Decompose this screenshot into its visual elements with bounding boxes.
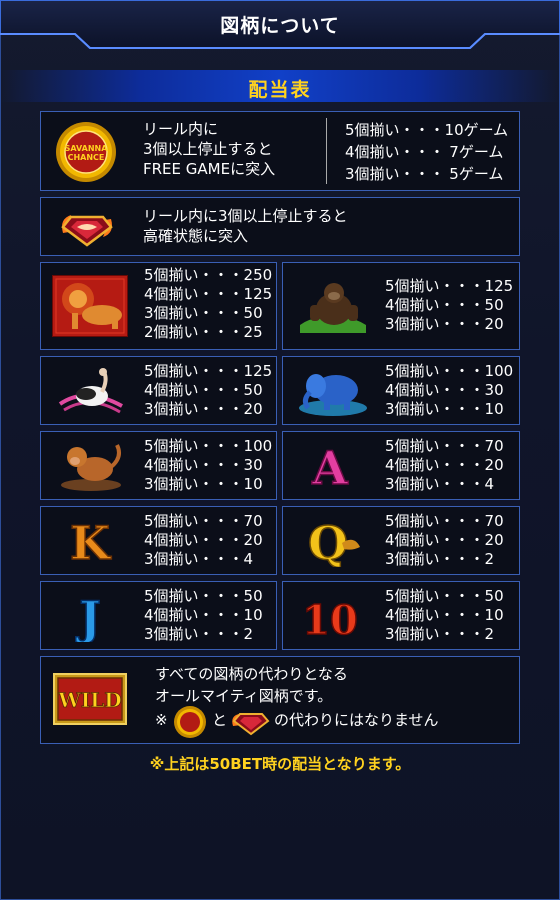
wild-line3-and: と	[212, 711, 228, 729]
wild-line3-prefix: ※	[155, 711, 168, 729]
monkey-icon	[61, 444, 121, 491]
ostrich-icon	[58, 368, 123, 414]
lion-payouts: 5個揃い・・・250 4個揃い・・・125 3個揃い・・・50 2個揃い・・・2…	[144, 266, 273, 341]
wild-line2: オールマイティ図柄です。	[155, 687, 333, 705]
letter-k-icon: K	[69, 515, 113, 567]
gem-description: リール内に3個以上停止すると 高確状態に突入	[143, 207, 348, 245]
savanna-chance-icon: SAVANNA CHANCE	[56, 122, 116, 182]
page-title: 図柄について	[220, 15, 340, 37]
gem-mini-icon	[232, 713, 270, 736]
lion-icon	[52, 275, 128, 337]
chance-description: リール内に 3個以上停止すると FREE GAMEに突入	[143, 120, 276, 178]
letter-q-glyph: Q	[308, 516, 348, 567]
wild-logo-text: WILD	[57, 688, 121, 712]
monkey-payouts: 5個揃い・・・100 4個揃い・・・30 3個揃い・・・10	[144, 437, 273, 493]
chance-divider	[326, 118, 327, 184]
a-payouts: 5個揃い・・・70 4個揃い・・・20 3個揃い・・・4	[385, 437, 504, 493]
letter-j-glyph: J	[75, 591, 101, 642]
q-payouts: 5個揃い・・・70 4個揃い・・・20 3個揃い・・・2	[385, 512, 504, 568]
chance-payouts: 5個揃い・・・10ゲーム 4個揃い・・・ 7ゲーム 3個揃い・・・ 5ゲーム	[345, 121, 509, 183]
ten-payouts: 5個揃い・・・50 4個揃い・・・10 3個揃い・・・2	[385, 587, 504, 643]
gorilla-icon	[300, 283, 366, 333]
savanna-chance-mini-icon	[174, 706, 206, 738]
letter-k-glyph: K	[70, 516, 112, 567]
number-10-glyph: 10	[302, 597, 358, 642]
wild-line3-suffix: の代わりにはなりません	[274, 711, 439, 729]
gem-icon	[61, 215, 113, 247]
header-bar: 図柄について	[0, 0, 560, 52]
ostrich-payouts: 5個揃い・・・125 4個揃い・・・50 3個揃い・・・20	[144, 362, 273, 418]
footer-note: ※上記は50BET時の配当となります。	[149, 755, 411, 773]
wild-line1: すべての図柄の代わりとなる	[155, 665, 348, 683]
gorilla-payouts: 5個揃い・・・125 4個揃い・・・50 3個揃い・・・20	[385, 277, 514, 333]
j-payouts: 5個揃い・・・50 4個揃い・・・10 3個揃い・・・2	[144, 587, 263, 643]
letter-a-icon: A	[310, 440, 350, 492]
k-payouts: 5個揃い・・・70 4個揃い・・・20 3個揃い・・・4	[144, 512, 263, 568]
number-10-icon: 10	[301, 596, 358, 642]
elephant-icon	[299, 374, 367, 416]
chance-logo-line2: CHANCE	[68, 153, 105, 162]
letter-j-icon: J	[74, 590, 101, 642]
letter-q-icon: Q	[307, 515, 360, 567]
chance-logo-line1: SAVANNA	[65, 144, 109, 153]
elephant-payouts: 5個揃い・・・100 4個揃い・・・30 3個揃い・・・10	[385, 362, 514, 418]
section-title: 配当表	[248, 79, 312, 101]
letter-a-glyph: A	[311, 441, 349, 492]
wild-icon: WILD	[53, 673, 127, 725]
